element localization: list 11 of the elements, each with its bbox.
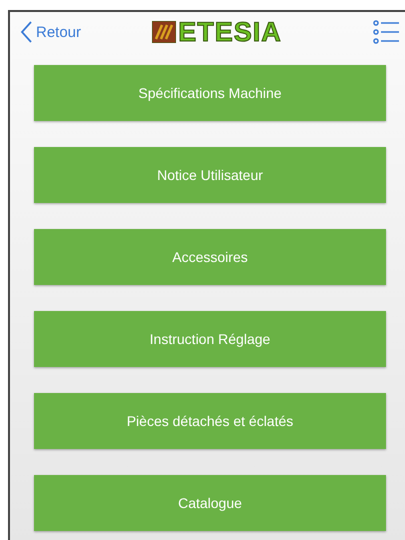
back-button[interactable]: Retour xyxy=(20,21,82,43)
menu-button[interactable]: Instruction Réglage xyxy=(34,311,386,367)
menu-button[interactable]: Catalogue xyxy=(34,475,386,531)
menu-button[interactable]: Pièces détachés et éclatés xyxy=(34,393,386,449)
menu-button[interactable]: Spécifications Machine xyxy=(34,65,386,121)
menu-icon[interactable] xyxy=(373,20,399,44)
menu-button[interactable]: Accessoires xyxy=(34,229,386,285)
logo-text: ETESIA xyxy=(178,18,282,46)
logo-icon xyxy=(152,21,176,43)
chevron-left-icon xyxy=(20,21,32,43)
menu-button[interactable]: Notice Utilisateur xyxy=(34,147,386,203)
